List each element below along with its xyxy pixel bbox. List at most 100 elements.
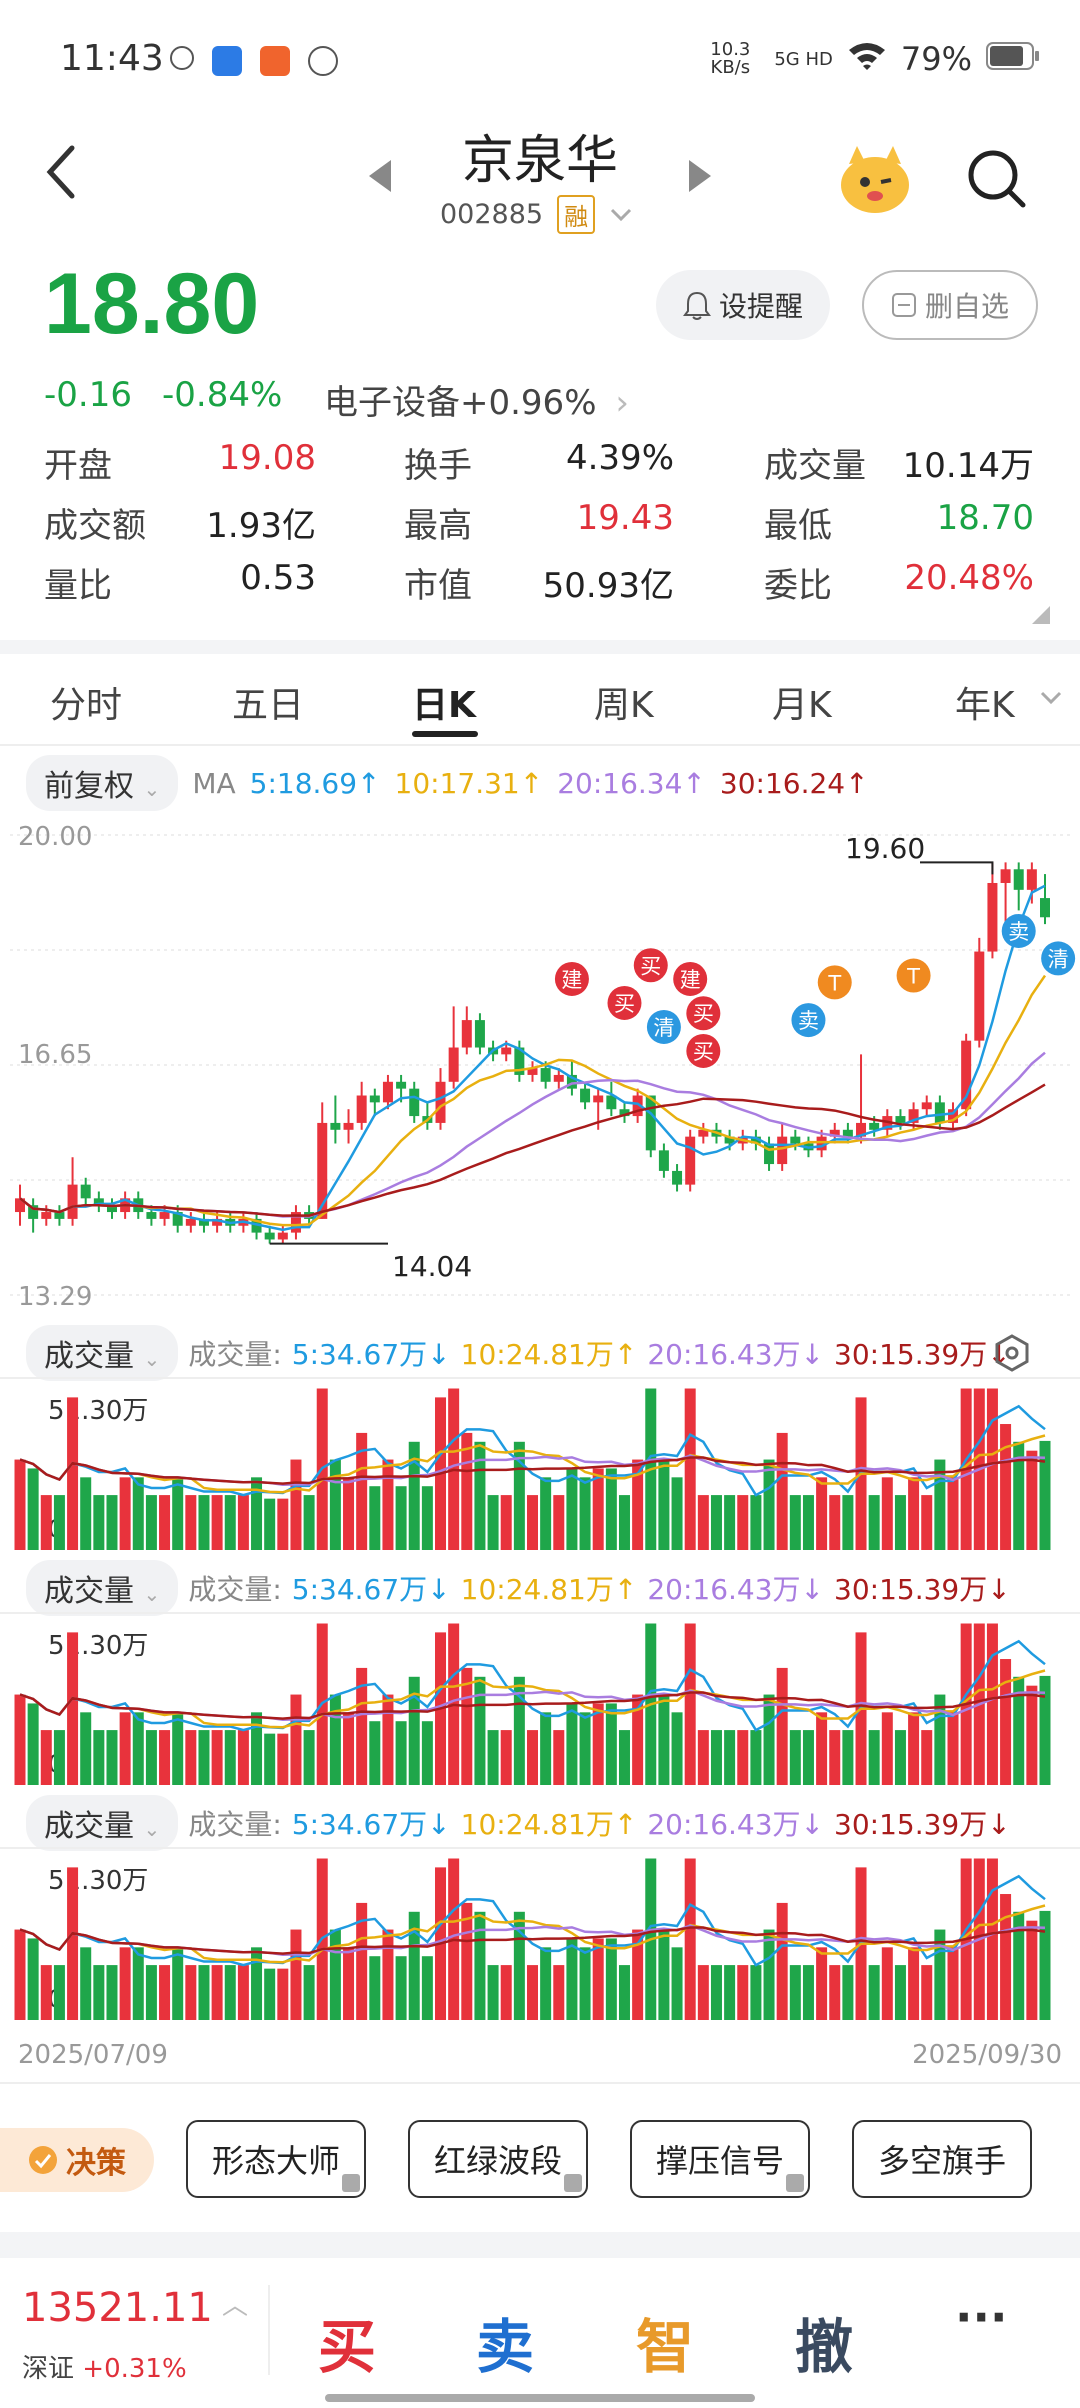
volume-bar bbox=[553, 1965, 565, 2020]
volume-bar bbox=[264, 1968, 276, 2020]
signal-badge[interactable]: T bbox=[817, 965, 852, 1000]
smart-button[interactable]: 智 bbox=[636, 2300, 694, 2384]
volume-bar bbox=[802, 1730, 814, 1785]
signal-badge[interactable]: 建 bbox=[673, 961, 708, 996]
volume-bar bbox=[921, 1730, 933, 1785]
chevron-down-icon[interactable] bbox=[1040, 690, 1062, 709]
more-button[interactable]: ··· bbox=[955, 2290, 1007, 2344]
volume-dropdown[interactable]: 成交量 ⌄ bbox=[26, 1795, 179, 1851]
signal-badge[interactable]: 清 bbox=[646, 1009, 681, 1044]
expand-corner-icon[interactable] bbox=[1032, 606, 1050, 628]
volume-bar bbox=[198, 1730, 210, 1785]
support-resistance-label: 撑压信号 bbox=[655, 2142, 784, 2180]
stock-name: 京泉华 bbox=[461, 131, 618, 191]
volume-bar bbox=[40, 1495, 52, 1550]
volume-dropdown[interactable]: 成交量 ⌄ bbox=[26, 1560, 179, 1616]
divider bbox=[268, 2285, 270, 2375]
volume-dropdown[interactable]: 成交量 ⌄ bbox=[26, 1325, 179, 1381]
pattern-master-label: 形态大师 bbox=[211, 2142, 340, 2180]
candle-body bbox=[501, 1047, 512, 1055]
volume-chart[interactable] bbox=[0, 1615, 1080, 1795]
signal-badge[interactable]: 买 bbox=[633, 948, 668, 983]
volume-bar bbox=[421, 1486, 433, 1550]
vol-ma20: 20:16.43万↓ bbox=[647, 1808, 824, 1841]
volume-bar bbox=[1026, 1685, 1038, 1785]
candle-body bbox=[461, 1020, 472, 1048]
search-icon[interactable] bbox=[965, 147, 1029, 215]
stock-code-row[interactable]: 002885 融 bbox=[440, 195, 633, 234]
app-icon bbox=[170, 46, 194, 70]
settings-icon[interactable] bbox=[992, 1333, 1032, 1377]
candle-body bbox=[409, 1088, 420, 1117]
signal-badge[interactable]: 清 bbox=[1041, 941, 1076, 976]
volume-prefix: 成交量: bbox=[188, 1338, 282, 1371]
ma-legend: 前复权 ⌄ MA 5:18.69↑ 10:17.31↑ 20:16.34↑ 30… bbox=[26, 755, 869, 811]
kline-chart[interactable]: 建买买建清买买卖T T卖清 bbox=[0, 815, 1080, 1315]
volume-dropdown-label: 成交量 bbox=[44, 1809, 134, 1844]
home-indicator bbox=[325, 2394, 755, 2402]
cancel-order-button[interactable]: 撤 bbox=[795, 2300, 853, 2384]
pattern-master-button[interactable]: 形态大师 bbox=[186, 2120, 366, 2198]
index-name-row[interactable]: 深证 +0.31% bbox=[22, 2348, 187, 2385]
tab-0[interactable]: 分时 bbox=[50, 676, 122, 728]
volume-bar bbox=[80, 1712, 92, 1785]
volume-bar bbox=[53, 1495, 65, 1550]
adjust-dropdown[interactable]: 前复权 ⌄ bbox=[26, 755, 179, 811]
candle-body bbox=[645, 1095, 656, 1151]
chevron-down-icon bbox=[609, 199, 633, 230]
signal-badge[interactable]: 卖 bbox=[791, 1003, 826, 1038]
volume-bar bbox=[527, 1965, 538, 2020]
stat-value: 19.43 bbox=[576, 498, 674, 538]
candle-body bbox=[790, 1136, 801, 1144]
volume-bar bbox=[658, 1694, 670, 1785]
set-alert-button[interactable]: 设提醒 bbox=[656, 270, 830, 340]
volume-bar bbox=[132, 1947, 144, 2020]
support-resistance-button[interactable]: 撑压信号 bbox=[630, 2120, 810, 2198]
chevron-up-icon[interactable]: ︿ bbox=[222, 2285, 248, 2322]
volume-chart[interactable] bbox=[0, 1850, 1080, 2030]
sector-link[interactable]: 电子设备+0.96% › bbox=[324, 375, 629, 424]
volume-bar bbox=[185, 1495, 197, 1550]
volume-prefix: 成交量: bbox=[188, 1808, 282, 1841]
volume-bar bbox=[93, 1730, 105, 1785]
tab-1[interactable]: 五日 bbox=[232, 676, 304, 728]
volume-bar bbox=[395, 1721, 407, 1785]
tab-3[interactable]: 周K bbox=[594, 676, 654, 728]
signal-badge[interactable]: T bbox=[896, 958, 931, 993]
signal-badge[interactable]: 买 bbox=[686, 996, 721, 1031]
stat-label: 市值 bbox=[404, 566, 472, 606]
bull-bear-flag-button[interactable]: 多空旗手 bbox=[852, 2120, 1032, 2198]
stat-value: 20.48% bbox=[904, 558, 1034, 598]
volume-bar bbox=[277, 1733, 289, 1785]
signal-badge[interactable]: 买 bbox=[686, 1033, 721, 1068]
volume-bar bbox=[750, 1965, 762, 2020]
low-label: 14.04 bbox=[392, 1250, 473, 1283]
volume-bar bbox=[566, 1468, 578, 1550]
red-green-band-button[interactable]: 红绿波段 bbox=[408, 2120, 588, 2198]
decision-button[interactable]: 决策 bbox=[0, 2128, 154, 2192]
volume-chart[interactable] bbox=[0, 1380, 1080, 1560]
volume-bar bbox=[264, 1733, 276, 1785]
tab-2[interactable]: 日K bbox=[412, 676, 476, 728]
volume-bar bbox=[237, 1965, 249, 2020]
mascot-icon[interactable] bbox=[835, 140, 915, 224]
svg-text:清: 清 bbox=[653, 1016, 674, 1040]
tab-4[interactable]: 月K bbox=[772, 676, 832, 728]
divider bbox=[0, 2082, 1080, 2084]
sell-button[interactable]: 卖 bbox=[476, 2300, 534, 2384]
tab-5[interactable]: 年K bbox=[955, 676, 1015, 728]
sector-change: +0.96% bbox=[460, 383, 597, 423]
buy-button[interactable]: 买 bbox=[318, 2300, 376, 2384]
volume-bar bbox=[395, 1956, 407, 2020]
volume-bar bbox=[329, 1929, 341, 2020]
remove-watchlist-button[interactable]: 删自选 bbox=[862, 270, 1038, 340]
signal-badge[interactable]: 卖 bbox=[1001, 913, 1036, 948]
ma5-line bbox=[19, 884, 1046, 1232]
volume-bar bbox=[1026, 1920, 1038, 2020]
volume-bar bbox=[947, 1947, 959, 2020]
volume-bar bbox=[710, 1495, 722, 1550]
signal-badge[interactable]: 建 bbox=[554, 961, 589, 996]
ma5-value: 5:18.69↑ bbox=[249, 766, 381, 800]
signal-badge[interactable]: 买 bbox=[607, 985, 642, 1020]
vol-ma5: 5:34.67万↓ bbox=[291, 1338, 451, 1371]
